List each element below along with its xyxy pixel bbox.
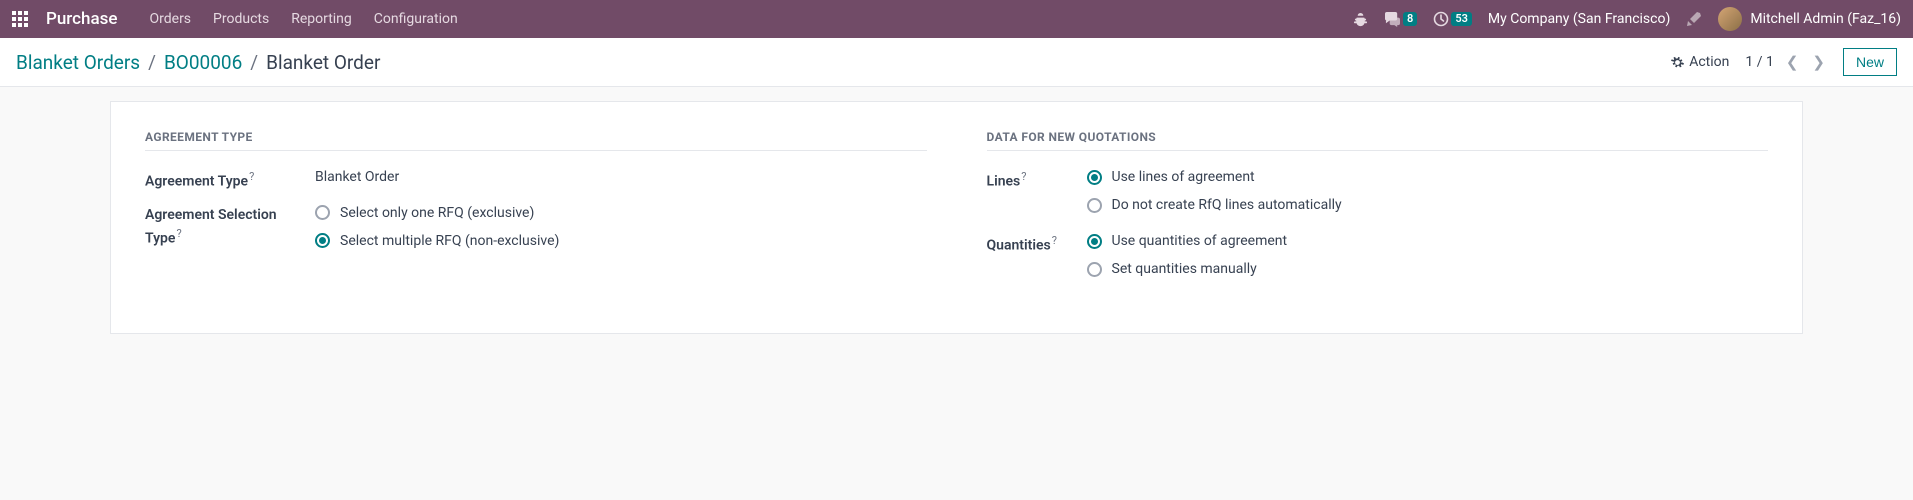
label-agreement-type: Agreement Type?	[145, 169, 305, 193]
nav-configuration[interactable]: Configuration	[374, 11, 458, 27]
help-icon[interactable]: ?	[1052, 234, 1057, 247]
field-selection-type: Agreement Selection Type? Select only on…	[145, 205, 927, 250]
radio-select-non-exclusive[interactable]: Select multiple RFQ (non-exclusive)	[315, 233, 927, 249]
apps-icon[interactable]	[12, 11, 28, 27]
debug-icon[interactable]	[1353, 12, 1368, 27]
col-left: AGREEMENT TYPE Agreement Type? Blanket O…	[145, 130, 927, 289]
radio-select-exclusive[interactable]: Select only one RFQ (exclusive)	[315, 205, 927, 221]
field-agreement-type: Agreement Type? Blanket Order	[145, 169, 927, 193]
radio-no-lines[interactable]: Do not create RfQ lines automatically	[1087, 197, 1769, 213]
field-quantities: Quantities? Use quantities of agreement …	[987, 233, 1769, 277]
nav-menu: Orders Products Reporting Configuration	[150, 11, 458, 27]
radio-group-lines: Use lines of agreement Do not create RfQ…	[1087, 169, 1769, 213]
company-name[interactable]: My Company (San Francisco)	[1488, 11, 1670, 27]
radio-group-quantities: Use quantities of agreement Set quantiti…	[1087, 233, 1769, 277]
radio-group-selection: Select only one RFQ (exclusive) Select m…	[315, 205, 927, 249]
user-name: Mitchell Admin (Faz_16)	[1750, 11, 1901, 27]
app-name[interactable]: Purchase	[46, 9, 118, 29]
toolbar-right: Action 1 / 1 ❮ ❯ New	[1671, 48, 1897, 76]
nav-products[interactable]: Products	[213, 11, 269, 27]
nav-reporting[interactable]: Reporting	[291, 11, 352, 27]
radio-manual-quantities[interactable]: Set quantities manually	[1087, 261, 1769, 277]
navbar-right: 8 53 My Company (San Francisco) Mitchell…	[1353, 7, 1901, 31]
pager: 1 / 1 ❮ ❯	[1745, 53, 1827, 71]
help-icon[interactable]: ?	[176, 227, 181, 240]
radio-use-lines[interactable]: Use lines of agreement	[1087, 169, 1769, 185]
activities-icon[interactable]: 53	[1433, 11, 1472, 27]
radio-icon	[1087, 170, 1102, 185]
label-selection-type: Agreement Selection Type?	[145, 205, 305, 250]
crumb-bo-number[interactable]: BO00006	[164, 51, 242, 74]
radio-icon	[1087, 198, 1102, 213]
help-icon[interactable]: ?	[1021, 170, 1026, 183]
section-agreement-type: AGREEMENT TYPE	[145, 130, 927, 151]
pager-prev[interactable]: ❮	[1784, 53, 1801, 71]
label-quantities: Quantities?	[987, 233, 1077, 257]
form-columns: AGREEMENT TYPE Agreement Type? Blanket O…	[145, 130, 1768, 289]
breadcrumb: Blanket Orders / BO00006 / Blanket Order	[16, 51, 380, 74]
col-right: DATA FOR NEW QUOTATIONS Lines? Use lines…	[987, 130, 1769, 289]
messages-icon[interactable]: 8	[1384, 12, 1417, 27]
breadcrumb-sep: /	[148, 51, 156, 74]
toolbar: Blanket Orders / BO00006 / Blanket Order…	[0, 38, 1913, 87]
new-button[interactable]: New	[1843, 48, 1897, 76]
action-label: Action	[1689, 54, 1729, 70]
radio-icon	[1087, 262, 1102, 277]
gear-icon	[1671, 56, 1684, 69]
field-lines: Lines? Use lines of agreement Do not cre…	[987, 169, 1769, 213]
content: AGREEMENT TYPE Agreement Type? Blanket O…	[0, 87, 1913, 384]
radio-use-quantities[interactable]: Use quantities of agreement	[1087, 233, 1769, 249]
pager-text: 1 / 1	[1745, 54, 1773, 70]
help-icon[interactable]: ?	[249, 170, 254, 183]
avatar	[1718, 7, 1742, 31]
breadcrumb-sep: /	[250, 51, 258, 74]
navbar: Purchase Orders Products Reporting Confi…	[0, 0, 1913, 38]
form-card: AGREEMENT TYPE Agreement Type? Blanket O…	[110, 101, 1803, 334]
radio-icon	[1087, 234, 1102, 249]
value-agreement-type: Blanket Order	[315, 169, 927, 185]
action-button[interactable]: Action	[1671, 54, 1729, 70]
nav-orders[interactable]: Orders	[150, 11, 192, 27]
radio-icon	[315, 233, 330, 248]
user-menu[interactable]: Mitchell Admin (Faz_16)	[1718, 7, 1901, 31]
tools-icon[interactable]	[1686, 11, 1702, 27]
crumb-current: Blanket Order	[266, 51, 380, 74]
section-data-quotations: DATA FOR NEW QUOTATIONS	[987, 130, 1769, 151]
activities-badge: 53	[1451, 12, 1472, 26]
label-lines: Lines?	[987, 169, 1077, 193]
navbar-left: Purchase Orders Products Reporting Confi…	[12, 9, 458, 29]
radio-icon	[315, 205, 330, 220]
pager-next[interactable]: ❯	[1810, 53, 1827, 71]
messages-badge: 8	[1403, 12, 1417, 26]
crumb-blanket-orders[interactable]: Blanket Orders	[16, 51, 140, 74]
